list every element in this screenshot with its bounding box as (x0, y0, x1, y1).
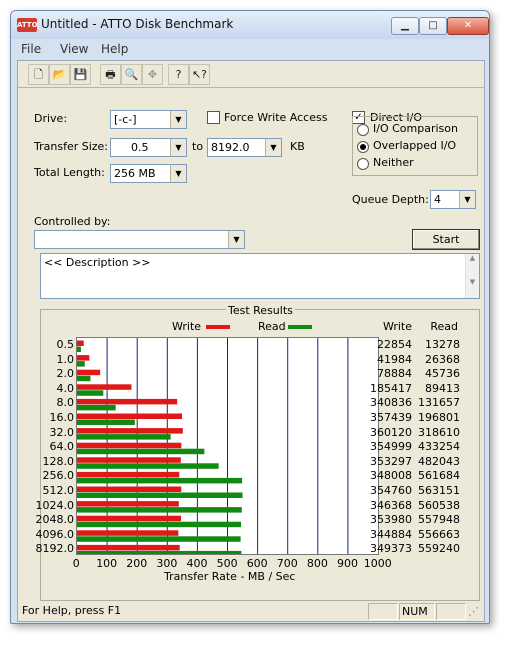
size-label: 4.0 (56, 381, 75, 395)
x-tick-label: 900 (337, 557, 358, 570)
read-value: 482043 (418, 454, 460, 468)
x-tick-label: 800 (306, 557, 328, 570)
read-value: 131657 (418, 396, 460, 410)
size-label: 1.0 (56, 352, 75, 366)
client-area: 🗋 📂 💾 🖶 🔍 ✥ ? ↖? Drive: [-c-] ▼ Force Wr… (17, 60, 485, 622)
size-label: 4096.0 (35, 527, 75, 541)
x-tick-label: 300 (156, 557, 178, 570)
status-panel-scroll (436, 603, 466, 620)
size-label: 1024.0 (35, 498, 75, 512)
read-value: 556663 (418, 527, 460, 541)
menu-bar: File View Help (17, 40, 483, 58)
status-panel-caps (368, 603, 398, 620)
read-value: 557948 (418, 513, 460, 527)
size-label: 2048.0 (35, 513, 75, 527)
size-label: 0.5 (56, 338, 75, 351)
read-value: 13278 (425, 338, 460, 351)
read-value: 196801 (418, 411, 460, 424)
write-value: 340836 (370, 396, 412, 410)
size-label: 8.0 (56, 396, 75, 410)
x-tick-label: 500 (216, 557, 238, 570)
minimize-button[interactable]: ▁ (391, 17, 419, 35)
window-title: Untitled - ATTO Disk Benchmark (41, 17, 234, 31)
write-value: 353980 (370, 513, 412, 527)
size-label: 64.0 (49, 440, 75, 454)
read-value: 89413 (425, 381, 460, 395)
app-window: ATTO Untitled - ATTO Disk Benchmark ▁ □ … (10, 10, 490, 624)
size-label: 256.0 (42, 469, 75, 483)
write-value: 357439 (370, 411, 412, 424)
menu-view[interactable]: View (60, 42, 88, 56)
resize-grip-icon[interactable]: ⋰ (468, 605, 479, 618)
read-value: 318610 (418, 425, 460, 439)
title-bar[interactable]: ATTO Untitled - ATTO Disk Benchmark ▁ □ … (11, 11, 489, 39)
size-label: 512.0 (42, 484, 75, 497)
status-help-text: For Help, press F1 (22, 604, 122, 617)
menu-file[interactable]: File (21, 42, 41, 56)
x-tick-label: 400 (186, 557, 208, 570)
read-value: 559240 (418, 542, 460, 556)
atto-app-icon: ATTO (17, 18, 38, 32)
read-value: 26368 (425, 352, 460, 366)
maximize-button[interactable]: □ (419, 17, 447, 35)
close-button[interactable]: ✕ (447, 17, 489, 35)
menu-help[interactable]: Help (101, 42, 128, 56)
write-value: 185417 (370, 381, 412, 395)
x-tick-label: 1000 (363, 557, 392, 570)
x-tick-label: 600 (246, 557, 268, 570)
read-value: 563151 (418, 484, 460, 497)
size-label: 128.0 (42, 454, 75, 468)
x-tick-label: 700 (276, 557, 298, 570)
status-num: NUM (399, 603, 435, 620)
size-label: 32.0 (49, 425, 75, 439)
read-value: 45736 (425, 367, 460, 381)
write-value: 354999 (370, 440, 412, 454)
read-value: 560538 (418, 498, 460, 512)
size-label: 2.0 (56, 367, 75, 381)
write-value: 360120 (370, 425, 412, 439)
write-value: 78884 (377, 367, 412, 381)
read-value: 433254 (418, 440, 460, 454)
x-tick-label: 100 (96, 557, 118, 570)
write-value: 22854 (377, 338, 412, 351)
write-value: 41984 (377, 352, 412, 366)
write-value: 344884 (370, 527, 412, 541)
size-label: 16.0 (49, 411, 75, 424)
x-tick-label: 0 (72, 557, 80, 570)
x-axis-label: Transfer Rate - MB / Sec (164, 570, 296, 583)
write-value: 354760 (370, 484, 412, 497)
x-tick-label: 200 (126, 557, 148, 570)
size-label: 8192.0 (35, 542, 75, 556)
write-value: 348008 (370, 469, 412, 483)
chart-labels: 22854 13278 0.5 41984 26368 1.0 78884 45736 2.0 1… (18, 61, 484, 601)
read-value: 561684 (418, 469, 460, 483)
status-bar: For Help, press F1 NUM ⋰ (18, 601, 484, 621)
write-value: 353297 (370, 454, 412, 468)
write-value: 349373 (370, 542, 412, 556)
status-num-text: NUM (402, 605, 428, 618)
write-value: 346368 (370, 498, 412, 512)
